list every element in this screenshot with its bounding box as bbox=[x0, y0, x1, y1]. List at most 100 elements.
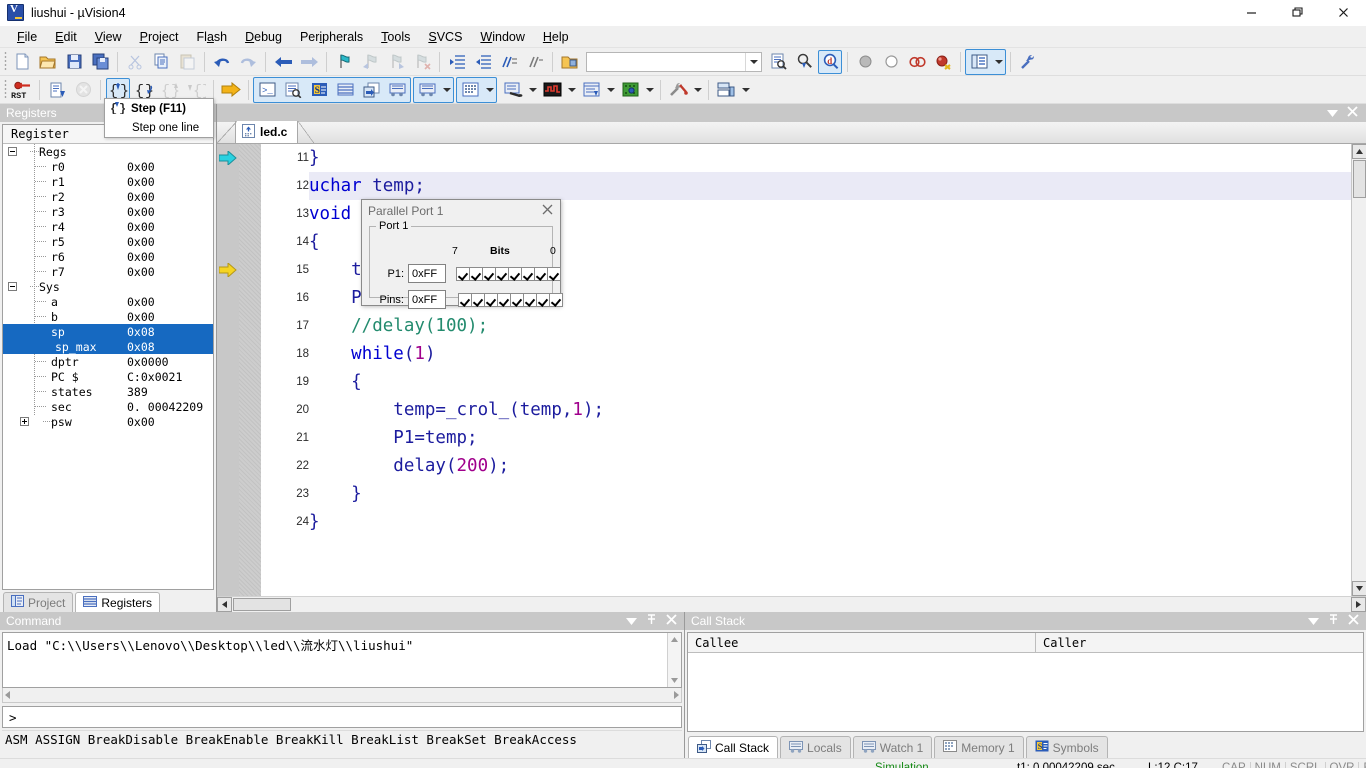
run-icon[interactable] bbox=[45, 78, 69, 102]
menu-view[interactable]: View bbox=[86, 28, 131, 46]
pins-bit-1-checkbox[interactable] bbox=[536, 292, 550, 307]
pins-bit-0-checkbox[interactable] bbox=[549, 292, 563, 307]
new-file-icon[interactable] bbox=[10, 50, 34, 74]
open-project-icon[interactable] bbox=[558, 50, 582, 74]
close-icon[interactable] bbox=[534, 203, 560, 218]
command-output-hscrollbar[interactable] bbox=[2, 688, 682, 703]
pins-value-field[interactable]: 0xFF bbox=[408, 290, 446, 309]
scrollbar-thumb[interactable] bbox=[1352, 160, 1366, 198]
register-row[interactable]: r5 0x00 bbox=[3, 234, 213, 249]
code-coverage-icon[interactable] bbox=[579, 78, 603, 102]
expander-sys[interactable] bbox=[3, 282, 21, 291]
registers-window-icon[interactable] bbox=[333, 78, 357, 102]
system-viewer-dropdown[interactable] bbox=[643, 78, 656, 102]
code-line[interactable]: 22 delay(200); bbox=[296, 452, 1351, 480]
breakpoint-margin[interactable] bbox=[217, 144, 239, 596]
scroll-down-button[interactable] bbox=[1351, 581, 1366, 596]
register-row[interactable]: r0 0x00 bbox=[3, 159, 213, 174]
register-row[interactable]: r3 0x00 bbox=[3, 204, 213, 219]
register-row[interactable]: b 0x00 bbox=[3, 309, 213, 324]
find-combo[interactable] bbox=[586, 51, 762, 72]
register-row[interactable]: r1 0x00 bbox=[3, 174, 213, 189]
register-row-selected[interactable]: sp_max 0x08 bbox=[3, 339, 213, 354]
tab-locals[interactable]: Locals bbox=[780, 736, 851, 758]
analysis-window-icon[interactable] bbox=[501, 78, 525, 102]
pins-bit-7-checkbox[interactable] bbox=[458, 292, 472, 307]
code-line[interactable]: 24} bbox=[296, 508, 1351, 536]
outdent-icon[interactable] bbox=[471, 50, 495, 74]
p1-bit-7-checkbox[interactable] bbox=[456, 266, 470, 281]
configure-target-icon[interactable] bbox=[1016, 50, 1040, 74]
p1-bit-6-checkbox[interactable] bbox=[469, 266, 483, 281]
bookmark-clear-icon[interactable] bbox=[410, 50, 434, 74]
manage-components-dropdown[interactable] bbox=[992, 50, 1005, 74]
register-row[interactable]: dptr 0x0000 bbox=[3, 354, 213, 369]
p1-bit-5-checkbox[interactable] bbox=[482, 266, 496, 281]
p1-bit-0-checkbox[interactable] bbox=[547, 266, 561, 281]
code-line-highlighted[interactable]: 12 uchar temp; bbox=[296, 172, 1351, 200]
watch-window-icon[interactable] bbox=[385, 78, 409, 102]
debug-layout-icon[interactable] bbox=[714, 78, 738, 102]
chevron-down-icon[interactable] bbox=[745, 52, 761, 71]
register-row[interactable]: r6 0x00 bbox=[3, 249, 213, 264]
p1-bit-4-checkbox[interactable] bbox=[495, 266, 509, 281]
symbols-window-icon[interactable]: S bbox=[307, 78, 331, 102]
tab-watch-1[interactable]: Watch 1 bbox=[852, 736, 933, 758]
show-next-statement-icon[interactable] bbox=[219, 78, 243, 102]
menu-window[interactable]: Window bbox=[471, 28, 533, 46]
menu-file[interactable]: FFileile bbox=[8, 28, 46, 46]
code-coverage-dropdown[interactable] bbox=[604, 78, 617, 102]
file-tab-led-c[interactable]: led.c bbox=[235, 121, 299, 143]
navigate-forward-icon[interactable] bbox=[297, 50, 321, 74]
expander-psw[interactable] bbox=[15, 417, 33, 426]
scroll-down-button[interactable] bbox=[668, 674, 681, 687]
command-input[interactable]: > bbox=[2, 706, 682, 728]
toolbar-grip[interactable] bbox=[2, 51, 9, 72]
save-all-icon[interactable] bbox=[88, 50, 112, 74]
pins-bit-6-checkbox[interactable] bbox=[471, 292, 485, 307]
register-row[interactable]: states 389 bbox=[3, 384, 213, 399]
menu-help[interactable]: Help bbox=[534, 28, 578, 46]
open-file-icon[interactable] bbox=[36, 50, 60, 74]
scroll-right-button[interactable] bbox=[674, 686, 679, 704]
scroll-up-button[interactable] bbox=[1351, 144, 1366, 159]
tab-call-stack[interactable]: Call Stack bbox=[688, 736, 779, 758]
undo-icon[interactable] bbox=[210, 50, 234, 74]
serial-window-dropdown[interactable] bbox=[483, 78, 496, 102]
pins-bit-2-checkbox[interactable] bbox=[523, 292, 537, 307]
code-line[interactable]: 19 { bbox=[296, 368, 1351, 396]
tab-memory-1[interactable]: Memory 1 bbox=[934, 736, 1024, 758]
toolbox-icon[interactable] bbox=[666, 78, 690, 102]
close-icon[interactable] bbox=[1347, 104, 1358, 122]
parallel-port-dialog-titlebar[interactable]: Parallel Port 1 bbox=[362, 200, 560, 221]
scroll-up-button[interactable] bbox=[668, 633, 681, 646]
register-row[interactable]: r2 0x00 bbox=[3, 189, 213, 204]
menu-tools[interactable]: Tools bbox=[372, 28, 419, 46]
incremental-find-icon[interactable] bbox=[792, 50, 816, 74]
analysis-window-dropdown[interactable] bbox=[526, 78, 539, 102]
menu-debug[interactable]: Debug bbox=[236, 28, 291, 46]
disable-all-breakpoints-icon[interactable] bbox=[931, 50, 955, 74]
command-window-icon[interactable]: >_ bbox=[255, 78, 279, 102]
editor-vertical-scrollbar[interactable] bbox=[1351, 144, 1366, 596]
kill-all-breakpoints-icon[interactable] bbox=[905, 50, 929, 74]
register-row[interactable]: PC $ C:0x0021 bbox=[3, 369, 213, 384]
navigate-back-icon[interactable] bbox=[271, 50, 295, 74]
collapse-icon[interactable] bbox=[7, 147, 17, 156]
find-in-files-icon[interactable] bbox=[766, 50, 790, 74]
cut-icon[interactable] bbox=[123, 50, 147, 74]
memory-window-dropdown[interactable] bbox=[440, 78, 453, 102]
debug-layout-dropdown[interactable] bbox=[739, 78, 752, 102]
pin-icon[interactable] bbox=[1328, 614, 1339, 628]
toolbox-dropdown[interactable] bbox=[691, 78, 704, 102]
find-icon[interactable]: d bbox=[818, 49, 842, 74]
call-stack-column-caller[interactable]: Caller bbox=[1036, 633, 1363, 652]
bookmark-next-icon[interactable] bbox=[384, 50, 408, 74]
scrollbar-thumb-horizontal[interactable] bbox=[233, 598, 291, 611]
insert-breakpoint-icon[interactable] bbox=[853, 50, 877, 74]
scroll-left-button[interactable] bbox=[217, 597, 232, 612]
trace-window-dropdown[interactable] bbox=[565, 78, 578, 102]
bookmark-toggle-icon[interactable] bbox=[332, 50, 356, 74]
code-line[interactable]: 20 temp=_crol_(temp,1); bbox=[296, 396, 1351, 424]
expand-icon[interactable] bbox=[19, 417, 29, 426]
